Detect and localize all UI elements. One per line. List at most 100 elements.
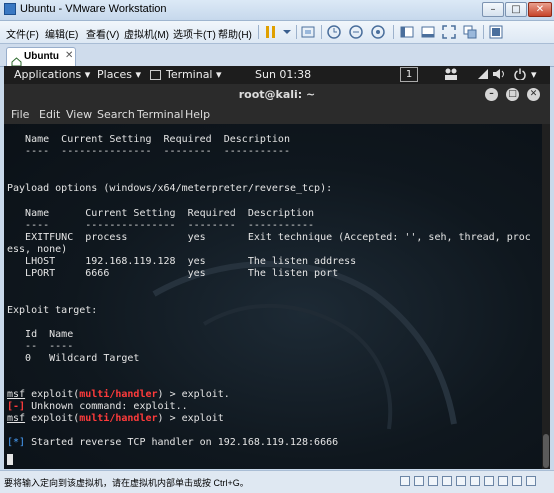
fullscreen-icon[interactable] — [441, 24, 457, 40]
guest-display[interactable]: Applications ▾ Places ▾ Terminal ▾ Sun 0… — [4, 66, 550, 469]
info-message: Started reverse TCP handler on 192.168.1… — [25, 437, 339, 448]
terminal-info-line: [*] Started reverse TCP handler on 192.1… — [7, 437, 338, 449]
hard-disk-icon[interactable] — [400, 476, 410, 486]
terminal-prompt-line: msf exploit(multi/handler) > exploit. — [7, 389, 230, 401]
places-menu[interactable]: Places ▾ — [97, 68, 141, 81]
terminal-icon — [150, 70, 161, 80]
terminal-line: LHOST 192.168.119.128 yes The listen add… — [7, 256, 357, 267]
terminal-cursor — [7, 454, 13, 467]
vm-tab-strip: Ubuntu ✕ — [0, 44, 554, 67]
close-tab-icon[interactable]: ✕ — [65, 50, 73, 61]
error-message: Unknown command: exploit.. — [25, 401, 188, 412]
terminal-line: ess, none) — [7, 244, 68, 255]
info-tag: [*] — [7, 437, 26, 448]
vmware-title-bar: Ubuntu - VMware Workstation – □ ✕ — [0, 0, 554, 21]
stretch-icon[interactable] — [526, 476, 536, 486]
quick-switch-icon[interactable] — [420, 24, 436, 40]
menu-file[interactable]: 文件(F) — [6, 26, 39, 41]
terminal-title: root@kali: ~ — [238, 88, 316, 101]
clock[interactable]: Sun 01:38 — [255, 68, 311, 81]
volume-icon[interactable] — [492, 68, 506, 83]
power-icon[interactable] — [514, 68, 526, 83]
terminal-line: Exploit target: — [7, 305, 98, 316]
menu-edit[interactable]: Edit — [39, 108, 60, 121]
maximize-icon[interactable]: □ — [506, 88, 519, 101]
menu-edit[interactable]: 编辑(E) — [45, 26, 78, 41]
gnome-top-bar: Applications ▾ Places ▾ Terminal ▾ Sun 0… — [4, 66, 550, 84]
console-view-icon[interactable] — [488, 24, 504, 40]
prompt-text: exploit( — [25, 389, 80, 400]
terminal-error-line: [-] Unknown command: exploit.. — [7, 401, 188, 413]
sound-icon[interactable] — [456, 476, 466, 486]
menu-tabs[interactable]: 选项卡(T) — [173, 26, 216, 41]
msf-prompt: msf — [7, 389, 26, 400]
terminal-line: EXITFUNC process yes Exit technique (Acc… — [7, 232, 531, 243]
chevron-down-icon[interactable]: ▾ — [531, 68, 537, 81]
terminal-line: ---- --------------- -------- ----------… — [7, 220, 315, 231]
terminal-output[interactable]: Name Current Setting Required Descriptio… — [4, 124, 550, 469]
minimize-button[interactable]: – — [482, 2, 504, 17]
sidebar-toggle-icon[interactable] — [399, 24, 415, 40]
pause-icon[interactable] — [263, 24, 279, 40]
command-text: ) > exploit. — [157, 389, 230, 400]
tab-ubuntu[interactable]: Ubuntu ✕ — [6, 47, 76, 67]
terminal-line: Payload options (windows/x64/meterpreter… — [7, 183, 333, 194]
snapshot-manager-icon[interactable] — [370, 24, 386, 40]
close-button[interactable]: ✕ — [528, 2, 552, 17]
message-icon[interactable] — [498, 476, 508, 486]
display-icon[interactable] — [484, 476, 494, 486]
terminal-header: root@kali: ~ – □ ✕ — [4, 84, 550, 106]
toolbar-separator — [393, 25, 394, 39]
vmware-menu-bar: 文件(F) 编辑(E) 查看(V) 虚拟机(M) 选项卡(T) 帮助(H) — [0, 21, 554, 44]
terminal-scrollbar[interactable] — [542, 124, 550, 469]
menu-help[interactable]: Help — [185, 108, 210, 121]
network-adapter-icon[interactable] — [428, 476, 438, 486]
status-text: 要将输入定向到该虚拟机，请在虚拟机内部单击或按 Ctrl+G。 — [4, 478, 249, 488]
terminal-line: ---- --------------- -------- ----------… — [7, 146, 290, 157]
menu-vm[interactable]: 虚拟机(M) — [124, 26, 169, 41]
menu-search[interactable]: Search — [97, 108, 135, 121]
terminal-line: LPORT 6666 yes The listen port — [7, 268, 339, 279]
revert-snapshot-icon[interactable] — [348, 24, 364, 40]
chevron-down-icon[interactable] — [279, 24, 295, 40]
unity-icon[interactable] — [462, 24, 478, 40]
window-title: Ubuntu - VMware Workstation — [20, 3, 167, 15]
terminal-line: Id Name — [7, 329, 74, 340]
menu-view[interactable]: View — [66, 108, 92, 121]
applications-menu[interactable]: Applications ▾ — [14, 68, 90, 81]
terminal-menu-bar: File Edit View Search Terminal Help — [4, 106, 550, 124]
module-name: multi/handler — [79, 413, 158, 424]
menu-terminal[interactable]: Terminal — [137, 108, 184, 121]
printer-icon[interactable] — [470, 476, 480, 486]
workspace-indicator[interactable]: 1 — [400, 67, 418, 82]
cd-drive-icon[interactable] — [414, 476, 424, 486]
msf-prompt: msf — [7, 413, 26, 424]
terminal-app-menu[interactable]: Terminal ▾ — [166, 68, 222, 81]
toolbar-separator — [258, 25, 259, 39]
usb-icon[interactable] — [442, 476, 452, 486]
close-icon[interactable]: ✕ — [527, 88, 540, 101]
terminal-prompt-line: msf exploit(multi/handler) > exploit — [7, 413, 224, 425]
command-text: ) > exploit — [157, 413, 224, 424]
send-ctrl-alt-del-icon[interactable] — [300, 24, 316, 40]
users-icon[interactable] — [444, 68, 458, 83]
vmware-logo-icon — [4, 3, 16, 15]
menu-view[interactable]: 查看(V) — [86, 26, 119, 41]
toolbar-separator — [296, 25, 297, 39]
snapshot-icon[interactable] — [326, 24, 342, 40]
prompt-text: exploit( — [25, 413, 80, 424]
toolbar-separator — [483, 25, 484, 39]
maximize-button[interactable]: □ — [505, 2, 527, 17]
menu-file[interactable]: File — [11, 108, 29, 121]
menu-help[interactable]: 帮助(H) — [218, 26, 252, 41]
tab-label: Ubuntu — [24, 51, 59, 62]
toolbar-separator — [321, 25, 322, 39]
minimize-icon[interactable]: – — [485, 88, 498, 101]
error-tag: [-] — [7, 401, 26, 412]
scrollbar-thumb[interactable] — [543, 434, 549, 468]
devices-icon[interactable] — [512, 476, 522, 486]
network-icon[interactable] — [477, 68, 489, 83]
terminal-line: Name Current Setting Required Descriptio… — [7, 208, 315, 219]
terminal-line: 0 Wildcard Target — [7, 353, 140, 364]
terminal-line: Name Current Setting Required Descriptio… — [7, 134, 290, 145]
